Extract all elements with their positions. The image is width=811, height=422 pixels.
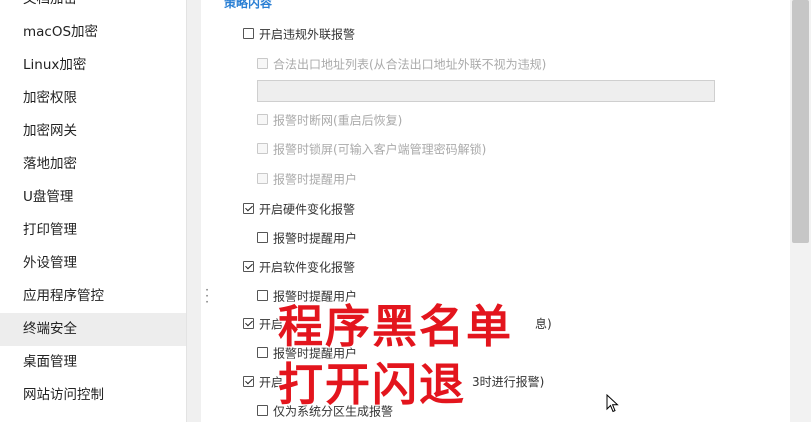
overlay-caption-line1: 程序黑名单 [278, 300, 514, 353]
sidebar-item-landing-encryption[interactable]: 落地加密 [0, 148, 186, 181]
option-label: 开启硬件变化报警 [259, 202, 356, 217]
option-row[interactable]: 开启 [243, 373, 283, 391]
option-label-suffix: 3时进行报警) [472, 375, 545, 389]
checkbox[interactable] [243, 261, 254, 272]
option-label: 报警时提醒用户 [273, 172, 358, 187]
sidebar-item-peripheral-management[interactable]: 外设管理 [0, 247, 186, 280]
checkbox[interactable] [243, 203, 254, 214]
sidebar-item-encryption-permissions[interactable]: 加密权限 [0, 82, 186, 115]
checkbox[interactable] [257, 232, 268, 243]
option-row[interactable]: 开启软件变化报警 [243, 258, 355, 276]
checkbox [257, 143, 268, 154]
sidebar-item-encryption-gateway[interactable]: 加密网关 [0, 115, 186, 148]
sidebar-item-desktop-management[interactable]: 桌面管理 [0, 346, 186, 379]
option-label: 合法出口地址列表(从合法出口地址外联不视为违规) [273, 57, 547, 72]
option-row: 报警时提醒用户 [257, 170, 357, 188]
sidebar-item-linux-encryption[interactable]: Linux加密 [0, 49, 186, 82]
checkbox[interactable] [257, 290, 268, 301]
overlay-caption-line2: 打开闪退 [278, 358, 467, 411]
checkbox[interactable] [243, 318, 254, 329]
section-title: 策略内容 [224, 0, 273, 10]
checkbox [257, 114, 268, 125]
option-label: 开启软件变化报警 [259, 260, 356, 275]
checkbox[interactable] [243, 28, 254, 39]
option-label: 报警时提醒用户 [273, 231, 358, 246]
option-label: 报警时断网(重启后恢复) [273, 113, 403, 128]
checkbox [257, 58, 268, 69]
sidebar-item-application-control[interactable]: 应用程序管控 [0, 280, 186, 313]
checkbox[interactable] [243, 376, 254, 387]
sidebar-item-usb-management[interactable]: U盘管理 [0, 181, 186, 214]
sidebar: 文档加密 macOS加密 Linux加密 加密权限 加密网关 落地加密 U盘管理… [0, 0, 187, 422]
option-row[interactable]: 开启违规外联报警 [243, 25, 355, 43]
option-row: 合法出口地址列表(从合法出口地址外联不视为违规) [257, 55, 546, 73]
checkbox[interactable] [257, 405, 268, 416]
mouse-cursor-icon [606, 394, 619, 413]
option-label: 报警时锁屏(可输入客户端管理密码解锁) [273, 142, 487, 157]
panel-gutter [187, 0, 201, 422]
option-row: 报警时锁屏(可输入客户端管理密码解锁) [257, 140, 486, 158]
scrollbar-thumb[interactable] [792, 0, 809, 243]
option-row[interactable]: 开启 [243, 315, 283, 333]
option-row[interactable]: 开启硬件变化报警 [243, 200, 355, 218]
option-row[interactable]: 报警时提醒用户 [257, 229, 357, 247]
sidebar-item-print-management[interactable]: 打印管理 [0, 214, 186, 247]
option-label-suffix: 息) [535, 317, 552, 331]
sidebar-item-macos-encryption[interactable]: macOS加密 [0, 16, 186, 49]
option-row: 报警时断网(重启后恢复) [257, 111, 402, 129]
sidebar-item-website-access-control[interactable]: 网站访问控制 [0, 379, 186, 412]
sidebar-item-document-encryption[interactable]: 文档加密 [0, 0, 186, 16]
checkbox[interactable] [257, 347, 268, 358]
exit-address-input [257, 80, 715, 102]
option-label: 开启违规外联报警 [259, 27, 356, 42]
checkbox [257, 173, 268, 184]
sidebar-item-endpoint-security[interactable]: 终端安全 [0, 313, 186, 346]
